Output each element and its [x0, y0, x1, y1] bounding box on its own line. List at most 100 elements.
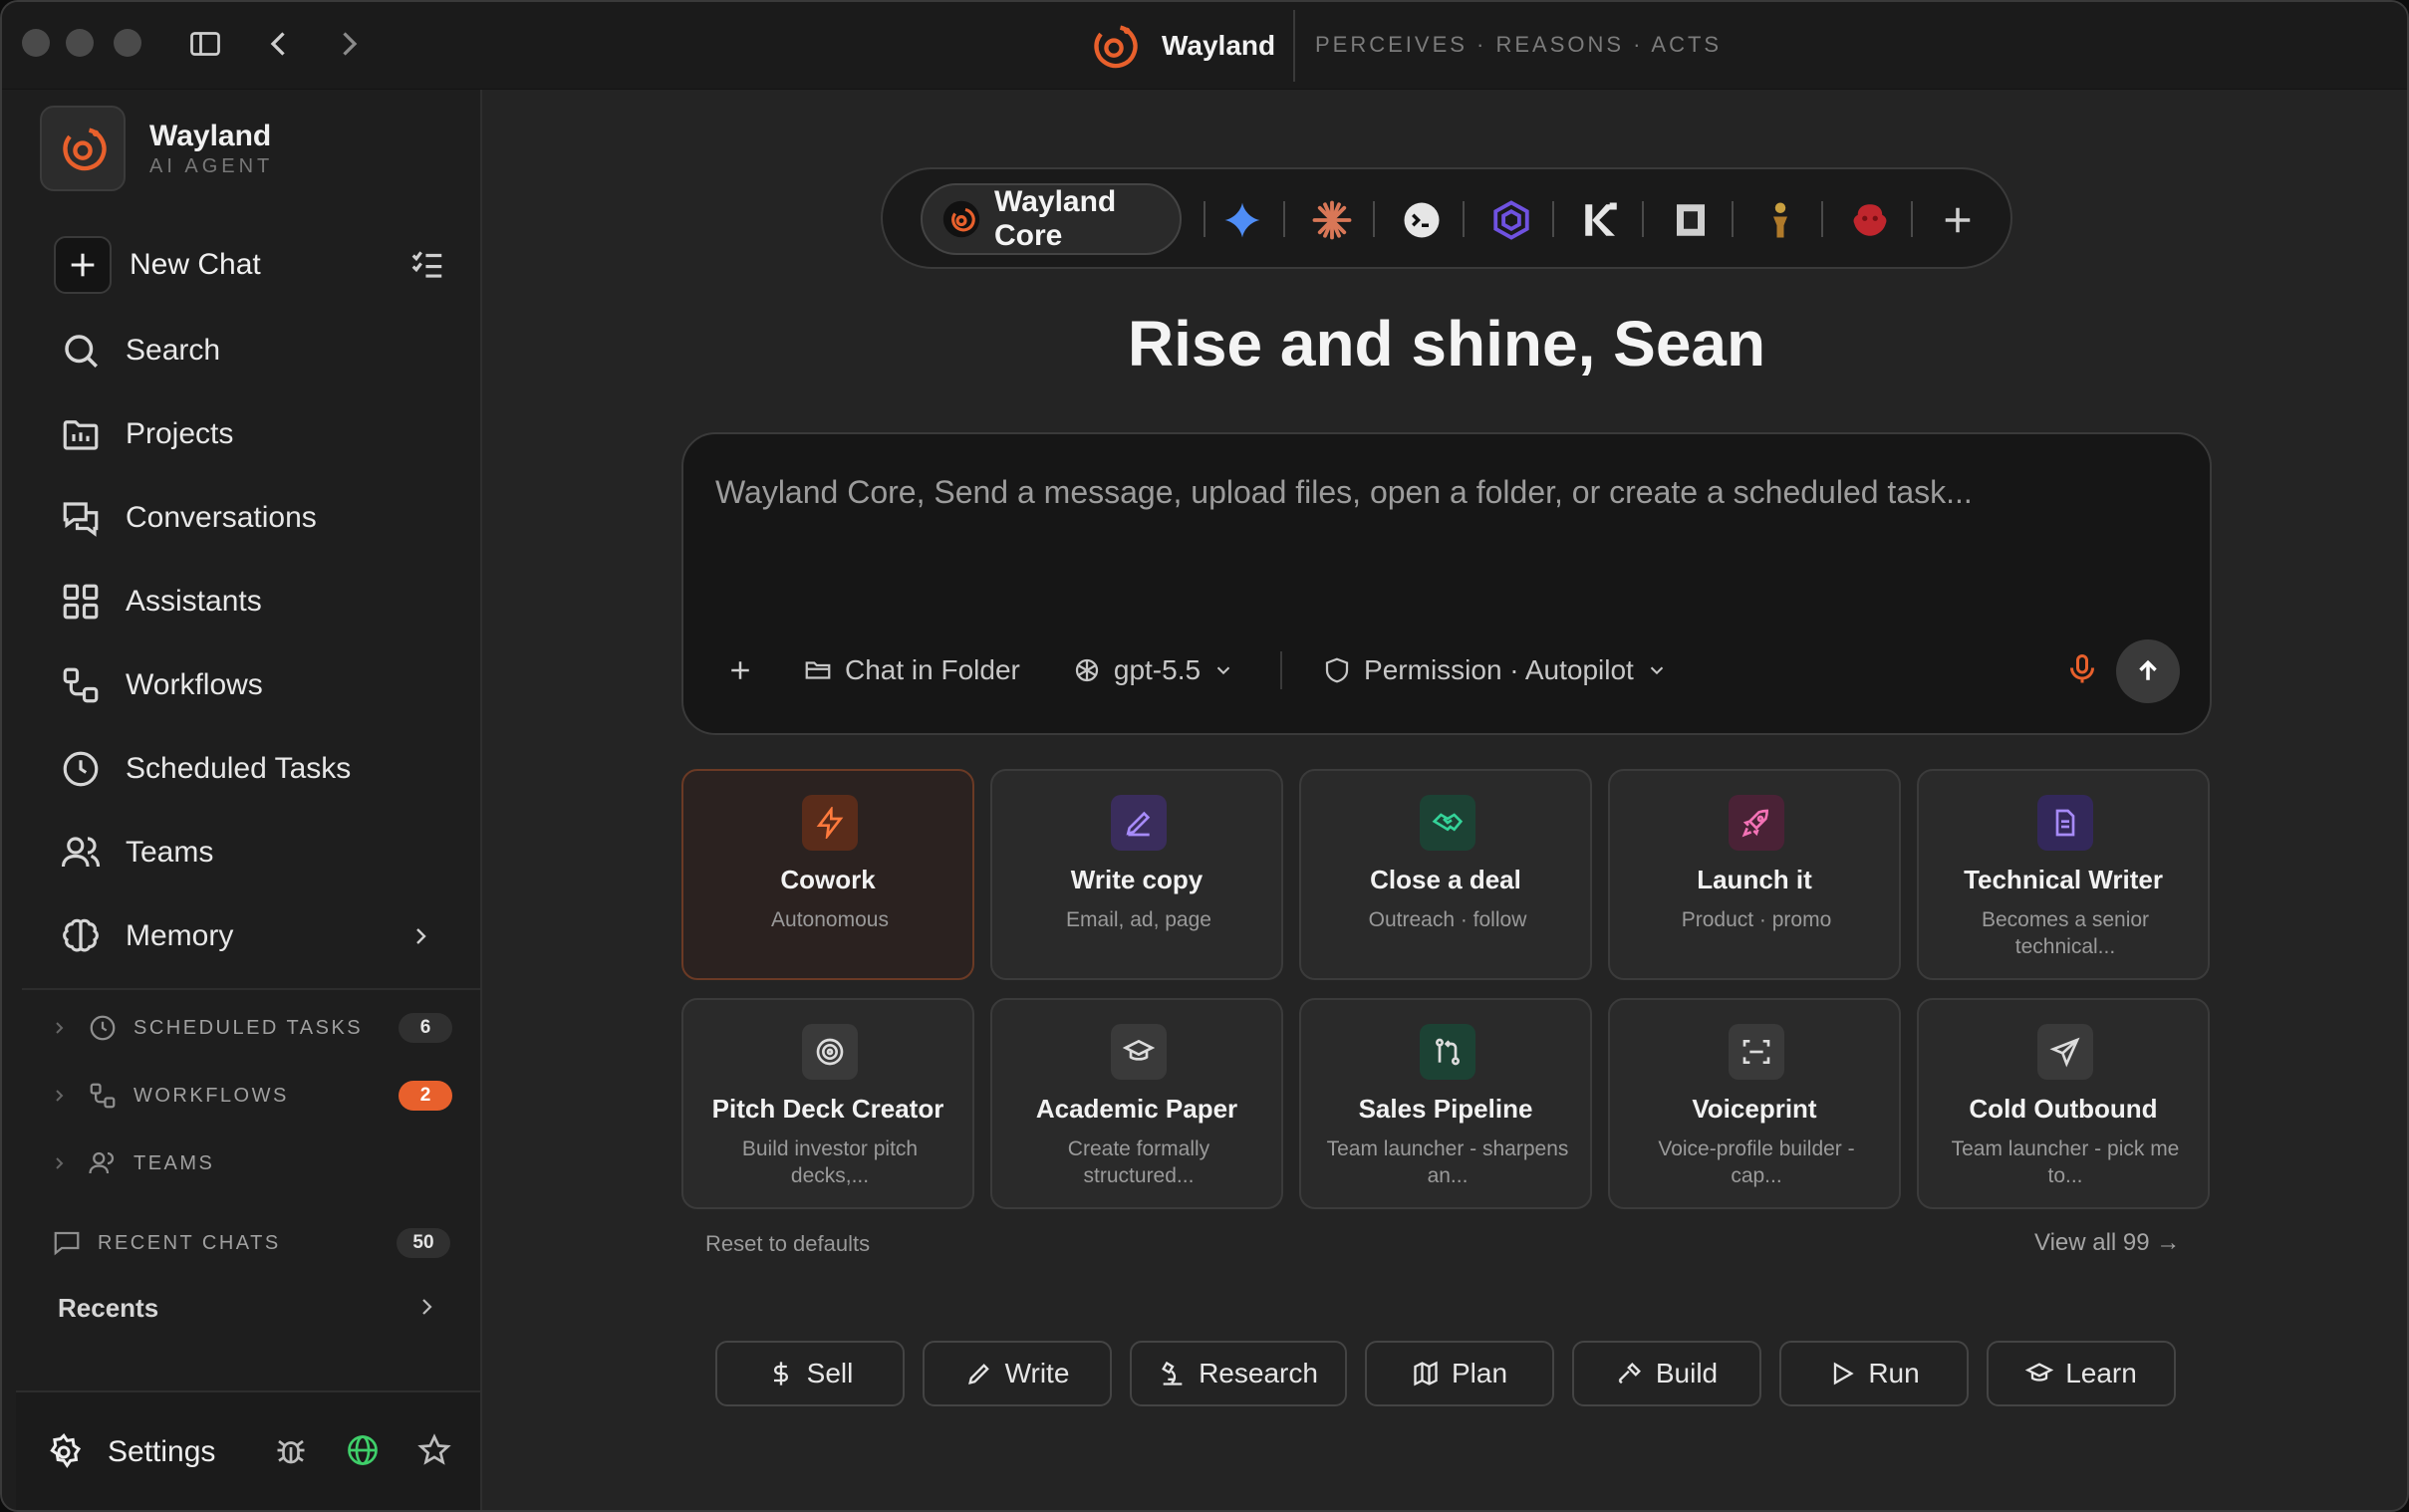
sidebar-item-memory[interactable]: Memory — [60, 911, 458, 961]
section-recent-chats[interactable]: RECENT CHATS 50 — [52, 1223, 450, 1263]
handshake-icon — [1420, 795, 1475, 851]
figure-model-icon[interactable] — [1759, 199, 1801, 241]
microphone-icon[interactable] — [2064, 651, 2100, 687]
chip-write[interactable]: Write — [923, 1341, 1112, 1406]
count-badge: 2 — [399, 1081, 452, 1111]
hexagon-model-icon[interactable] — [1490, 199, 1532, 241]
recents-heading[interactable]: Recents — [58, 1293, 158, 1324]
card-write-copy[interactable]: Write copy Email, ad, page — [990, 769, 1283, 980]
sidebar-item-workflows[interactable]: Workflows — [60, 660, 458, 710]
card-sales-pipeline[interactable]: Sales Pipeline Team launcher - sharpens … — [1299, 998, 1592, 1209]
sidebar-item-label: Assistants — [126, 585, 262, 618]
section-scheduled-tasks[interactable]: SCHEDULED TASKS 6 — [54, 1008, 452, 1048]
card-voiceprint[interactable]: Voiceprint Voice-profile builder - cap..… — [1608, 998, 1901, 1209]
app-subtitle: AI AGENT — [149, 155, 274, 177]
bug-icon[interactable] — [273, 1432, 309, 1468]
wayland-logo-icon — [57, 123, 109, 174]
target-icon — [802, 1024, 858, 1080]
model-divider — [1373, 201, 1375, 237]
card-launch-it[interactable]: Launch it Product · promo — [1608, 769, 1901, 980]
permission-dropdown[interactable]: Permission · Autopilot — [1322, 654, 1668, 686]
chip-label: Plan — [1451, 1358, 1508, 1388]
pipeline-icon — [1420, 1024, 1475, 1080]
gemini-sparkle-icon[interactable] — [1221, 199, 1263, 241]
sidebar-item-scheduled-tasks[interactable]: Scheduled Tasks — [60, 744, 458, 794]
card-title: Launch it — [1697, 865, 1812, 894]
kimi-k-icon[interactable] — [1580, 199, 1622, 241]
chip-build[interactable]: Build — [1572, 1341, 1761, 1406]
globe-icon[interactable] — [345, 1432, 381, 1468]
red-blob-model-icon[interactable] — [1849, 199, 1891, 241]
attach-plus-icon[interactable] — [725, 655, 755, 685]
terminal-model-icon[interactable] — [1401, 199, 1443, 241]
chip-run[interactable]: Run — [1779, 1341, 1969, 1406]
card-title: Close a deal — [1370, 865, 1521, 894]
reset-to-defaults-link[interactable]: Reset to defaults — [705, 1231, 870, 1257]
section-label: RECENT CHATS — [98, 1231, 281, 1254]
card-cold-outbound[interactable]: Cold Outbound Team launcher - pick me to… — [1917, 998, 2210, 1209]
sidebar-item-teams[interactable]: Teams — [60, 828, 458, 878]
model-divider — [1283, 201, 1285, 237]
maximize-window-button[interactable] — [114, 29, 141, 57]
wayland-logo-icon — [942, 200, 980, 238]
card-title: Pitch Deck Creator — [711, 1094, 944, 1124]
card-subtitle: Outreach · follow — [1368, 908, 1527, 931]
chat-in-folder-button[interactable]: Chat in Folder — [803, 654, 1020, 686]
sidebar-toggle-icon[interactable] — [187, 26, 223, 62]
wayland-logo-icon — [1088, 20, 1140, 72]
sidebar-item-projects[interactable]: Projects — [60, 409, 458, 459]
model-dropdown[interactable]: gpt-5.5 — [1072, 654, 1234, 686]
teams-icon — [60, 832, 102, 874]
card-cowork[interactable]: Cowork Autonomous — [681, 769, 974, 980]
permission-label: Permission · Autopilot — [1364, 654, 1634, 685]
send-button[interactable] — [2116, 639, 2180, 703]
forward-icon[interactable] — [331, 26, 367, 62]
chip-label: Research — [1199, 1358, 1318, 1388]
back-icon[interactable] — [261, 26, 297, 62]
card-close-a-deal[interactable]: Close a deal Outreach · follow — [1299, 769, 1592, 980]
scan-icon — [1729, 1024, 1784, 1080]
minimize-window-button[interactable] — [66, 29, 94, 57]
star-icon[interactable] — [416, 1432, 452, 1468]
section-workflows[interactable]: WORKFLOWS 2 — [54, 1076, 452, 1116]
chip-sell[interactable]: Sell — [715, 1341, 905, 1406]
model-pill-wayland-core[interactable]: Wayland Core — [921, 183, 1182, 255]
view-all-link[interactable]: View all 99 → — [2034, 1229, 2180, 1257]
app-logo[interactable] — [40, 106, 126, 191]
sidebar-item-conversations[interactable]: Conversations — [60, 493, 458, 543]
sidebar-item-label: Memory — [126, 919, 234, 952]
section-label: TEAMS — [134, 1151, 215, 1174]
chip-learn[interactable]: Learn — [1987, 1341, 2176, 1406]
chip-research[interactable]: Research — [1130, 1341, 1347, 1406]
card-title: Technical Writer — [1964, 865, 2163, 894]
new-chat-button[interactable]: New Chat — [54, 234, 452, 296]
card-subtitle: Create formally structured... — [1067, 1137, 1210, 1187]
section-teams[interactable]: TEAMS — [54, 1143, 452, 1183]
workflows-icon — [60, 664, 102, 706]
chevron-right-icon — [54, 1021, 68, 1035]
task-list-icon[interactable] — [408, 246, 446, 284]
settings-button[interactable]: Settings — [44, 1432, 215, 1472]
message-input[interactable]: Wayland Core, Send a message, upload fil… — [715, 474, 1973, 511]
chip-plan[interactable]: Plan — [1365, 1341, 1554, 1406]
chevron-down-icon — [1212, 659, 1234, 681]
model-divider — [1463, 201, 1465, 237]
app-name: Wayland — [149, 120, 272, 152]
card-academic-paper[interactable]: Academic Paper Create formally structure… — [990, 998, 1283, 1209]
card-technical-writer[interactable]: Technical Writer Becomes a senior techni… — [1917, 769, 2210, 980]
chevron-right-icon[interactable] — [414, 1295, 438, 1319]
settings-label: Settings — [108, 1435, 216, 1468]
hammer-icon — [1616, 1360, 1644, 1387]
add-model-icon[interactable] — [1937, 199, 1979, 241]
card-pitch-deck-creator[interactable]: Pitch Deck Creator Build investor pitch … — [681, 998, 974, 1209]
sidebar-divider — [22, 988, 480, 990]
message-composer[interactable]: Wayland Core, Send a message, upload fil… — [681, 432, 2212, 735]
sidebar-item-search[interactable]: Search — [60, 326, 458, 376]
close-window-button[interactable] — [22, 29, 50, 57]
card-subtitle: Becomes a senior technical... — [1981, 908, 2150, 958]
claude-asterisk-icon[interactable] — [1311, 199, 1353, 241]
sidebar-item-assistants[interactable]: Assistants — [60, 577, 458, 627]
chat-bubble-icon — [52, 1228, 82, 1258]
clock-icon — [60, 748, 102, 790]
square-model-icon[interactable] — [1670, 199, 1712, 241]
